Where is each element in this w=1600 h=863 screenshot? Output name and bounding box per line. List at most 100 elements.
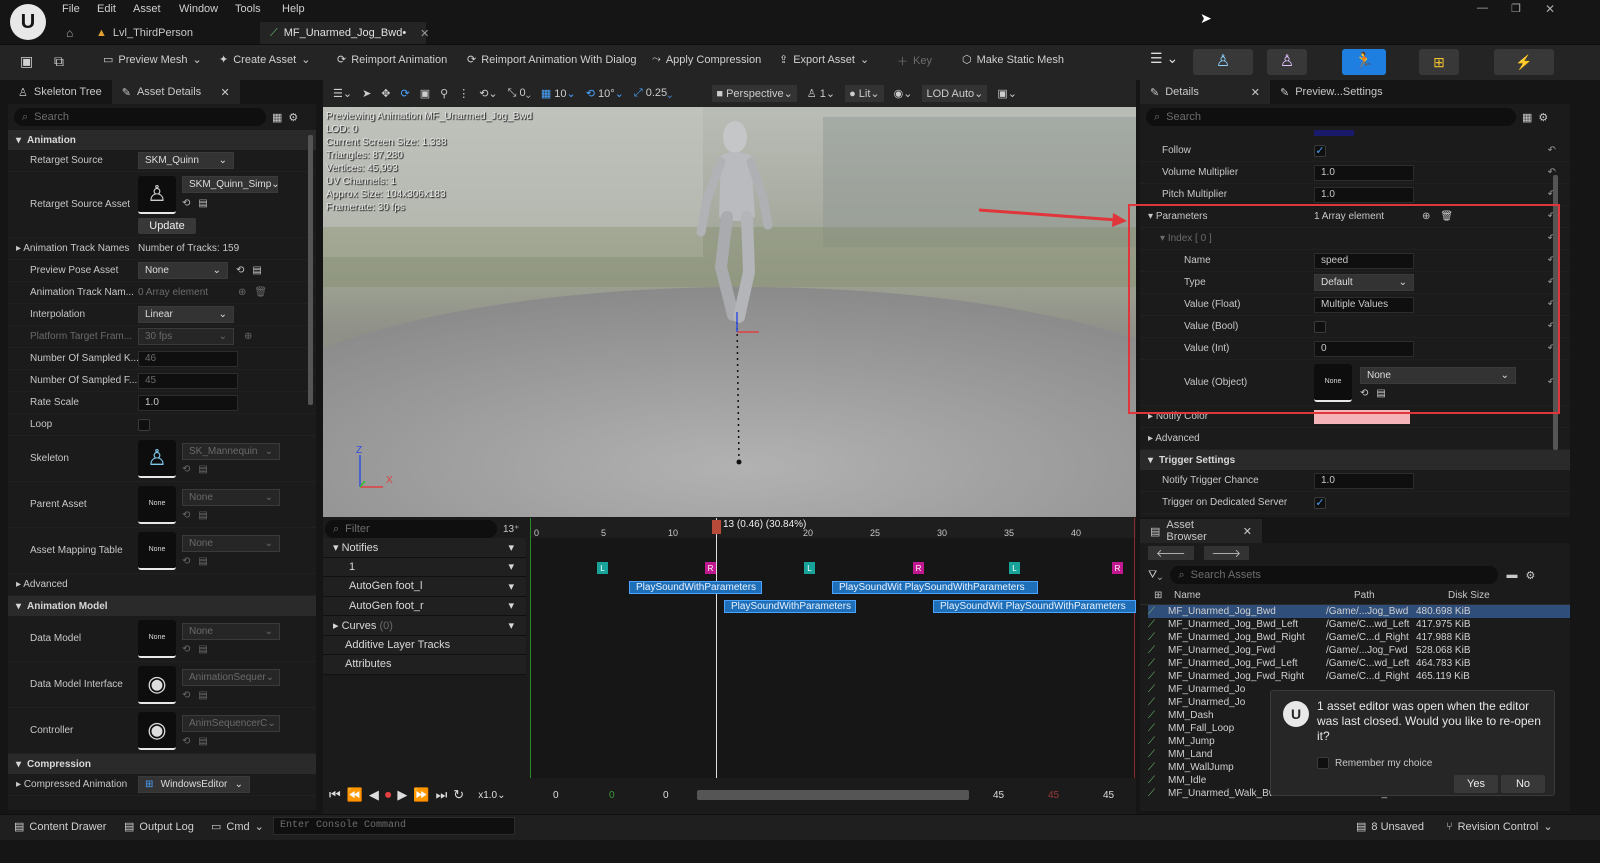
preview-pose-dropdown[interactable]: None ⌄: [138, 262, 228, 279]
rotate-tool-icon[interactable]: ⟳: [401, 87, 410, 100]
surface-snap-button[interactable]: ⤡ 0⌄: [508, 87, 531, 100]
interpolation-dropdown[interactable]: Linear ⌄: [138, 306, 234, 323]
skip-to-end-icon[interactable]: ⏭: [436, 787, 448, 803]
close-tab-icon[interactable]: ✕: [420, 27, 429, 40]
tab-asset[interactable]: ⟋ MF_Unarmed_Jog_Bwd• ✕: [260, 22, 429, 44]
browse-folder-icon[interactable]: ▤: [198, 510, 207, 521]
follow-checkbox[interactable]: [1314, 144, 1326, 157]
loop-icon[interactable]: ↻: [453, 787, 464, 803]
show-flags-icon[interactable]: ◉⌄: [894, 87, 913, 100]
chevron-down-icon[interactable]: ▾: [508, 580, 514, 593]
step-forward-icon[interactable]: ⏩: [413, 787, 429, 803]
viewport-menu-icon[interactable]: ☰⌄: [333, 87, 352, 100]
foot-marker-r[interactable]: R: [705, 562, 716, 574]
use-selected-icon[interactable]: ⟲: [182, 464, 190, 475]
reimport-button[interactable]: ⟳ Reimport Animation: [337, 53, 447, 67]
hamburger-menu-icon[interactable]: ☰ ⌄: [1150, 50, 1186, 74]
maximize-icon[interactable]: ❐: [1511, 2, 1521, 15]
browse-folder-icon[interactable]: ▤: [252, 265, 261, 276]
section-animation[interactable]: ▾ Animation: [8, 130, 316, 150]
platform-target-dropdown[interactable]: 30 fps ⌄: [138, 328, 234, 345]
foot-marker-l[interactable]: L: [1009, 562, 1020, 574]
parent-asset-dropdown[interactable]: None ⌄: [182, 488, 280, 506]
track-names-label-wrap[interactable]: ▸ Animation Track Names: [8, 243, 138, 254]
skip-to-start-icon[interactable]: ⏮: [329, 787, 341, 803]
save-icon[interactable]: ▣: [20, 53, 33, 70]
physics-mode-icon[interactable]: ⚡: [1494, 49, 1554, 75]
compressed-animation-dropdown[interactable]: ⊞ WindowsEditor ⌄: [138, 776, 250, 793]
timeline-ruler[interactable]: [530, 518, 1136, 538]
track-additive[interactable]: Additive Layer Tracks: [323, 635, 526, 655]
foot-marker-r[interactable]: R: [1112, 562, 1123, 574]
create-asset-button[interactable]: ✦ Create Asset ⌄: [219, 53, 310, 67]
menu-asset[interactable]: Asset: [133, 3, 161, 15]
unsaved-button[interactable]: ▤ 8 Unsaved: [1356, 820, 1424, 834]
track-notifies[interactable]: ▾ Notifies ▾: [323, 538, 526, 558]
asset-row[interactable]: ⟋ MF_Unarmed_Jog_Fwd/Game/...Jog_Fwd 528.0…: [1148, 644, 1570, 657]
foot-marker-r[interactable]: R: [913, 562, 924, 574]
console-input[interactable]: Enter Console Command: [273, 817, 515, 835]
make-static-mesh-button[interactable]: ⬡ Make Static Mesh: [962, 53, 1064, 67]
viewport-layout-icon[interactable]: ▣⌄: [997, 87, 1017, 100]
parent-asset-thumbnail[interactable]: None: [138, 485, 176, 524]
trigger-server-checkbox[interactable]: [1314, 496, 1326, 509]
viewport-3d[interactable]: Previewing Animation MF_Unarmed_Jog_Bwd …: [323, 107, 1136, 517]
data-model-dropdown[interactable]: None ⌄: [182, 622, 280, 640]
close-window-icon[interactable]: ✕: [1545, 2, 1555, 16]
data-model-interface-dropdown[interactable]: AnimationSequer ⌄: [182, 668, 280, 686]
frame-counter[interactable]: 13⁺: [503, 524, 519, 535]
play-reverse-icon[interactable]: ◀: [369, 787, 379, 803]
use-selected-icon[interactable]: ⟲: [182, 198, 190, 209]
loop-checkbox[interactable]: [138, 418, 150, 431]
coordinate-space-icon[interactable]: ⟲⌄: [479, 87, 497, 100]
remember-choice-checkbox[interactable]: [1317, 757, 1329, 769]
data-model-thumbnail[interactable]: None: [138, 619, 176, 658]
browse-folder-icon[interactable]: ▤: [198, 464, 207, 475]
chevron-down-icon[interactable]: ▾: [508, 599, 514, 612]
filter-icon[interactable]: ⛛⌄: [1148, 569, 1162, 582]
volume-input[interactable]: 1.0: [1314, 164, 1414, 181]
reimport-dialog-button[interactable]: ⟳ Reimport Animation With Dialog: [467, 53, 637, 67]
browse-folder-icon[interactable]: ▤: [198, 644, 207, 655]
chevron-down-icon[interactable]: ▾: [508, 560, 514, 573]
settings-gear-icon[interactable]: ⚙: [288, 111, 298, 124]
menu-edit[interactable]: Edit: [97, 3, 116, 15]
timeline-scrollbar[interactable]: [697, 790, 969, 800]
play-icon[interactable]: ▶: [397, 787, 407, 803]
perspective-dropdown[interactable]: ■ Perspective⌄: [712, 85, 797, 102]
preview-mesh-button[interactable]: ▭ Preview Mesh ⌄: [103, 53, 202, 67]
revision-control-button[interactable]: ⑂ Revision Control ⌄: [1446, 820, 1553, 834]
skeleton-mode-icon[interactable]: ♙: [1193, 49, 1253, 75]
section-trigger-settings[interactable]: ▾ Trigger Settings: [1140, 450, 1570, 470]
reset-icon[interactable]: ↶: [1548, 145, 1556, 156]
more-options-icon[interactable]: ⋮: [458, 87, 469, 100]
no-button[interactable]: No: [1501, 775, 1545, 793]
row-advanced[interactable]: ▸ Advanced: [8, 574, 316, 596]
animation-mode-icon[interactable]: 🏃: [1342, 49, 1386, 75]
translate-tool-icon[interactable]: ✥: [381, 87, 390, 100]
use-selected-icon[interactable]: ⟲: [236, 265, 244, 276]
track-1[interactable]: 1 ▾: [323, 557, 526, 577]
rotation-snap-button[interactable]: ⟲ 10°⌄: [586, 87, 624, 100]
asset-row[interactable]: ⟋ MF_Unarmed_Jog_Bwd_Right/Game/C...d_Rig…: [1148, 631, 1570, 644]
pitch-input[interactable]: 1.0: [1314, 186, 1414, 203]
row-advanced-details[interactable]: ▸ Advanced: [1140, 428, 1570, 450]
retarget-asset-dropdown[interactable]: SKM_Quinn_Simp ⌄: [182, 175, 280, 193]
color-swatch[interactable]: [1314, 130, 1354, 136]
notify-play-sound[interactable]: PlaySoundWit PlaySoundWithParameters: [832, 581, 1038, 594]
asset-search-input[interactable]: ⌕ Search Assets: [1170, 566, 1499, 584]
add-element-icon[interactable]: ⊕: [244, 331, 252, 342]
tab-preview-settings[interactable]: ✎ Preview...Settings: [1270, 80, 1393, 104]
chevron-down-icon[interactable]: ▾: [508, 541, 514, 554]
use-selected-icon[interactable]: ⟲: [182, 736, 190, 747]
rate-scale-input[interactable]: 1.0: [138, 394, 238, 411]
compressed-animation-label-wrap[interactable]: ▸ Compressed Animation: [8, 779, 138, 790]
skeleton-dropdown[interactable]: SK_Mannequin ⌄: [182, 442, 280, 460]
blueprint-mode-icon[interactable]: ⊞: [1419, 49, 1459, 75]
use-selected-icon[interactable]: ⟲: [182, 510, 190, 521]
minimize-icon[interactable]: —: [1477, 2, 1488, 14]
skeleton-thumbnail[interactable]: ♙: [138, 439, 176, 478]
playhead-handle[interactable]: [712, 520, 721, 534]
cmd-dropdown[interactable]: ▭ Cmd ⌄: [211, 820, 264, 834]
browse-folder-icon[interactable]: ▤: [198, 736, 207, 747]
